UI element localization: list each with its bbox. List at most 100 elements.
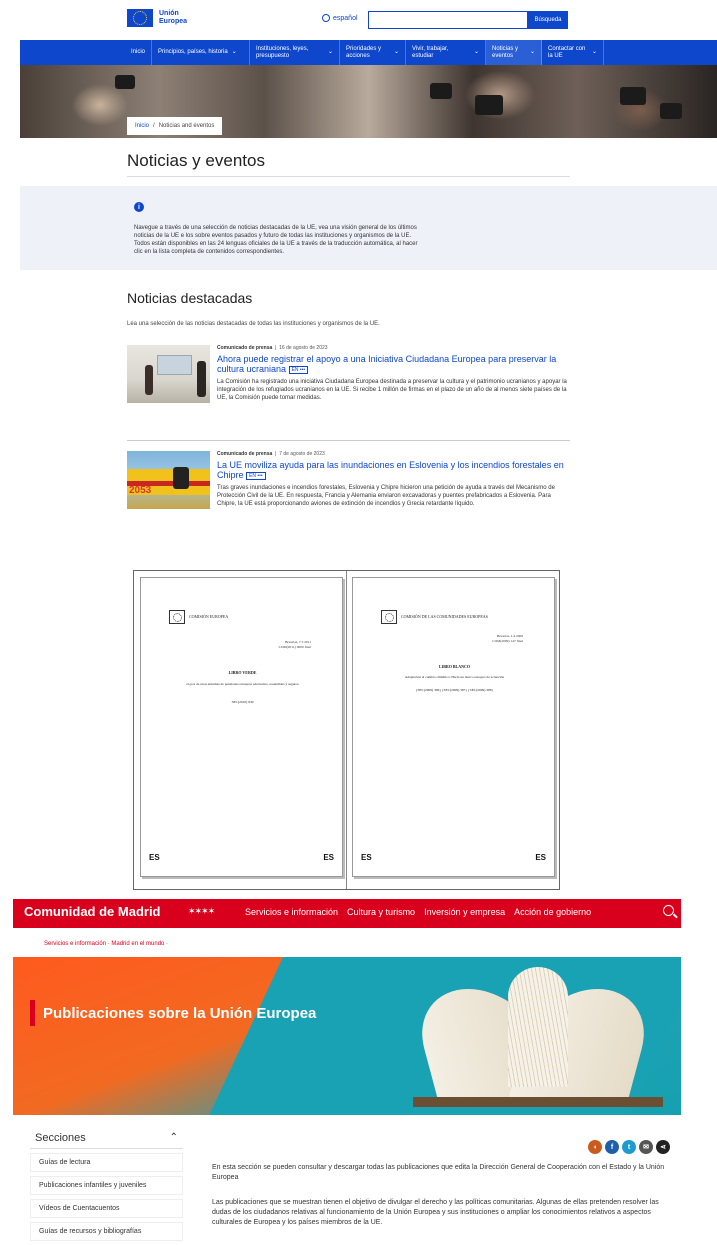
madrid-stars-logo-icon: ✶✶✶✶	[188, 906, 215, 916]
madrid-nav-inversion[interactable]: Inversión y empresa	[424, 907, 505, 917]
secciones-item[interactable]: Guías de lectura	[30, 1153, 183, 1172]
title-divider	[127, 176, 570, 177]
info-icon: i	[134, 202, 144, 212]
secciones-title: Secciones	[35, 1131, 86, 1144]
email-icon[interactable]: ✉	[639, 1140, 653, 1154]
eu-logo-line1: Unión	[159, 10, 179, 17]
document-org: COMISIÓN DE LAS COMUNIDADES EUROPEAS	[401, 614, 488, 619]
news-item: Comunicado de prensa | 16 de agosto de 2…	[127, 345, 567, 430]
document-subtitle: Adaptación al cambio climático: Hacia un…	[404, 675, 505, 679]
intro-paragraph: En esta sección se pueden consultar y de…	[212, 1164, 665, 1181]
open-book-image	[408, 967, 663, 1107]
hero-title-accent	[30, 1000, 35, 1026]
document-extra: SEC(2010) 830	[231, 700, 254, 704]
share-icon[interactable]: ⋖	[656, 1140, 670, 1154]
document-date: Bruselas, 7.7.2011	[285, 640, 311, 644]
madrid-brand[interactable]: Comunidad de Madrid	[24, 904, 161, 919]
breadcrumb: Inicio / Noticias and eventos	[127, 117, 223, 135]
madrid-hero-image	[13, 957, 681, 1115]
nav-item-noticias[interactable]: Noticias y eventos ⌄	[486, 40, 543, 65]
language-tag[interactable]: EN •••	[288, 365, 309, 374]
chevron-up-icon: ⌃	[169, 1132, 178, 1143]
breadcrumb-separator: /	[153, 123, 155, 129]
eu-search-button[interactable]: Búsqueda	[528, 11, 568, 29]
news-date: 7 de agosto de 2023	[279, 451, 325, 457]
madrid-nav-accion[interactable]: Acción de gobierno	[514, 907, 591, 917]
twitter-icon[interactable]: t	[622, 1140, 636, 1154]
news-headline-link[interactable]: Ahora puede registrar el apoyo a una Ini…	[217, 354, 556, 374]
eu-main-nav: Inicio Principios, países, historia ⌄ Ins…	[20, 40, 717, 65]
globe-icon	[322, 14, 330, 22]
nav-item-inicio[interactable]: Inicio	[125, 40, 153, 65]
eu-commission-logo-icon	[169, 610, 185, 624]
news-date: 16 de agosto de 2023	[279, 345, 328, 351]
hero-title: Publicaciones sobre la Unión Europea	[30, 1000, 316, 1026]
nav-item-vivir[interactable]: Vivir, trabajar, estudiar ⌄	[406, 40, 487, 65]
secciones-item[interactable]: Publicaciones infantiles y juveniles	[30, 1176, 183, 1195]
breadcrumb-current: Noticias and eventos	[158, 123, 215, 129]
nav-item-prioridades[interactable]: Prioridades y acciones ⌄	[340, 40, 407, 65]
secciones-item[interactable]: Guías de recursos y bibliografías	[30, 1222, 183, 1241]
news-headline-link[interactable]: La UE moviliza ayuda para las inundacion…	[217, 460, 564, 480]
document-cover-libro-blanco[interactable]: COMISIÓN DE LAS COMUNIDADES EUROPEAS Bru…	[352, 577, 555, 877]
news-item: 2053 Comunicado de prensa | 7 de agosto …	[127, 451, 567, 536]
eu-flag-icon	[127, 9, 153, 27]
document-ref: COM(2009) 147 final	[492, 639, 523, 643]
hero-title-text: Publicaciones sobre la Unión Europea	[43, 1004, 317, 1022]
eu-logo-line2: Europea	[159, 18, 188, 25]
eu-hero-image	[20, 65, 717, 138]
secciones-item[interactable]: Vídeos de Cuentacuentos	[30, 1199, 183, 1218]
search-icon[interactable]	[663, 905, 674, 916]
document-subtitle: en pos de unos sistemas de pensiones eur…	[186, 682, 299, 686]
news-divider	[127, 440, 570, 441]
chevron-down-icon: ⌄	[591, 49, 598, 55]
audio-icon[interactable]: ◖	[588, 1140, 602, 1154]
madrid-nav-cultura[interactable]: Cultura y turismo	[347, 907, 415, 917]
chevron-down-icon: ⌄	[231, 49, 237, 55]
news-type: Comunicado de prensa	[217, 451, 273, 457]
madrid-nav-servicios[interactable]: Servicios e información	[245, 907, 338, 917]
language-selector[interactable]: español	[322, 14, 358, 22]
facebook-icon[interactable]: f	[605, 1140, 619, 1154]
page-title: Noticias y eventos	[127, 151, 265, 170]
social-share-bar: ◖ f t ✉ ⋖	[588, 1140, 670, 1154]
news-thumbnail[interactable]	[127, 345, 210, 403]
news-summary: La Comisión ha registrado una iniciativa…	[217, 379, 567, 401]
madrid-header: Comunidad de Madrid ✶✶✶✶ Servicios e inf…	[13, 899, 681, 928]
document-date: Bruselas, 1.4.2009	[496, 634, 523, 638]
document-kind: LIBRO BLANCO	[438, 664, 470, 669]
breadcrumb-home[interactable]: Inicio	[135, 123, 149, 129]
document-kind: LIBRO VERDE	[228, 670, 257, 675]
eu-top-bar: Unión Europea español Búsqueda	[0, 0, 717, 40]
news-thumbnail[interactable]: 2053	[127, 451, 210, 509]
document-cover-libro-verde[interactable]: COMISIÓN EUROPEA Bruselas, 7.7.2011 COM(…	[140, 577, 343, 877]
chevron-down-icon: ⌄	[393, 49, 400, 55]
language-tag[interactable]: EN •••	[246, 471, 266, 480]
chevron-down-icon: ⌄	[529, 49, 536, 55]
document-covers: COMISIÓN EUROPEA Bruselas, 7.7.2011 COM(…	[133, 570, 560, 890]
document-lang-left: ES	[361, 853, 372, 862]
news-type: Comunicado de prensa	[217, 345, 273, 351]
document-org: COMISIÓN EUROPEA	[189, 614, 229, 619]
eu-commission-logo-icon	[381, 610, 397, 624]
nav-item-instituciones[interactable]: Instituciones, leyes, presupuesto ⌄	[250, 40, 341, 65]
eu-search-input[interactable]	[368, 11, 528, 29]
madrid-nav: Servicios e información Cultura y turism…	[245, 907, 591, 917]
madrid-breadcrumb[interactable]: Servicios e información · Madrid en el m…	[44, 941, 168, 947]
eu-logo[interactable]: Unión Europea	[127, 9, 187, 27]
secciones-header[interactable]: Secciones ⌃	[30, 1127, 183, 1149]
document-lang-right: ES	[323, 853, 334, 862]
chevron-down-icon: ⌄	[473, 49, 480, 55]
document-lang-left: ES	[149, 853, 160, 862]
chevron-down-icon: ⌄	[327, 49, 334, 55]
nav-item-contactar[interactable]: Contactar con la UE ⌄	[542, 40, 605, 65]
document-extra: {SEC(2009) 386} {SEC(2009) 387} {SEC(200…	[415, 688, 494, 692]
secciones-panel: Secciones ⌃ Guías de lectura Publicacion…	[30, 1127, 183, 1241]
featured-news-subtitle: Lea una selección de las noticias destac…	[127, 321, 380, 327]
featured-news-title: Noticias destacadas	[127, 290, 253, 306]
info-text: Navegue a través de una selección de not…	[134, 225, 418, 255]
document-separator	[346, 571, 347, 889]
language-label: español	[333, 14, 358, 22]
description-paragraph: Las publicaciones que se muestran tienen…	[212, 1199, 659, 1226]
nav-item-principios[interactable]: Principios, países, historia ⌄	[152, 40, 251, 65]
